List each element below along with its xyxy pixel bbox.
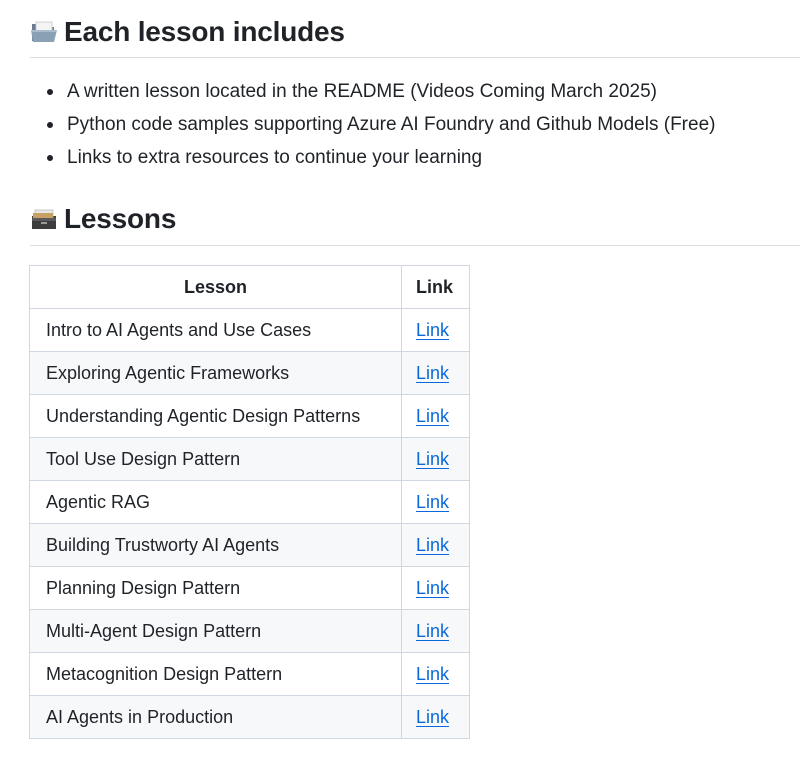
table-header-row: Lesson Link <box>29 265 471 309</box>
heading-each-lesson-includes: Each lesson includes <box>0 12 800 52</box>
lesson-link[interactable]: Link <box>416 320 449 340</box>
lesson-link[interactable]: Link <box>416 707 449 727</box>
table-row: Agentic RAG Link <box>29 480 471 524</box>
bullet-icon <box>47 122 53 128</box>
lesson-name: Tool Use Design Pattern <box>29 437 402 481</box>
link-cell: Link <box>400 308 471 352</box>
section-title: Lessons <box>64 203 177 234</box>
list-item-text: A written lesson located in the README (… <box>67 81 657 102</box>
heading-divider <box>30 245 800 246</box>
list-item: Links to extra resources to continue you… <box>0 141 715 174</box>
lesson-name: Exploring Agentic Frameworks <box>29 351 402 395</box>
link-cell: Link <box>400 437 471 481</box>
table-row: Exploring Agentic Frameworks Link <box>29 351 471 395</box>
link-cell: Link <box>400 609 471 653</box>
bullet-icon <box>47 89 53 95</box>
lesson-link[interactable]: Link <box>416 664 449 684</box>
table-row: Planning Design Pattern Link <box>29 566 471 610</box>
link-cell: Link <box>400 652 471 696</box>
list-item: Python code samples supporting Azure AI … <box>0 108 715 141</box>
table-row: AI Agents in Production Link <box>29 695 471 739</box>
lesson-link[interactable]: Link <box>416 578 449 598</box>
table-row: Metacognition Design Pattern Link <box>29 652 471 696</box>
link-cell: Link <box>400 480 471 524</box>
includes-list: A written lesson located in the README (… <box>0 75 715 174</box>
lesson-link[interactable]: Link <box>416 621 449 641</box>
link-cell: Link <box>400 695 471 739</box>
table-row: Tool Use Design Pattern Link <box>29 437 471 481</box>
card-file-box-icon <box>30 206 60 232</box>
link-cell: Link <box>400 566 471 610</box>
section-lessons: Lessons <box>0 199 800 239</box>
list-item: A written lesson located in the README (… <box>0 75 715 108</box>
lesson-link[interactable]: Link <box>416 535 449 555</box>
bullet-icon <box>47 155 53 161</box>
lesson-name: Multi-Agent Design Pattern <box>29 609 402 653</box>
table-row: Understanding Agentic Design Patterns Li… <box>29 394 471 438</box>
heading-divider <box>30 57 800 58</box>
lesson-name: Metacognition Design Pattern <box>29 652 402 696</box>
lesson-name: Intro to AI Agents and Use Cases <box>29 308 402 352</box>
list-item-text: Links to extra resources to continue you… <box>67 147 483 168</box>
lesson-name: Building Trustworty AI Agents <box>29 523 402 567</box>
table-row: Building Trustworty AI Agents Link <box>29 523 471 567</box>
lessons-table: Lesson Link Intro to AI Agents and Use C… <box>29 265 471 739</box>
column-header-lesson: Lesson <box>29 265 402 309</box>
link-cell: Link <box>400 394 471 438</box>
link-cell: Link <box>400 351 471 395</box>
open-folder-icon <box>30 19 60 45</box>
table-row: Multi-Agent Design Pattern Link <box>29 609 471 653</box>
lesson-name: AI Agents in Production <box>29 695 402 739</box>
lesson-link[interactable]: Link <box>416 363 449 383</box>
list-item-text: Python code samples supporting Azure AI … <box>67 114 716 135</box>
lesson-name: Agentic RAG <box>29 480 402 524</box>
lesson-name: Understanding Agentic Design Patterns <box>29 394 402 438</box>
section-each-lesson: Each lesson includes <box>0 12 800 52</box>
section-title: Each lesson includes <box>64 16 345 47</box>
lesson-link[interactable]: Link <box>416 449 449 469</box>
heading-lessons: Lessons <box>0 199 800 239</box>
lesson-name: Planning Design Pattern <box>29 566 402 610</box>
table-row: Intro to AI Agents and Use Cases Link <box>29 308 471 352</box>
column-header-link: Link <box>400 265 471 309</box>
lesson-link[interactable]: Link <box>416 492 449 512</box>
lesson-link[interactable]: Link <box>416 406 449 426</box>
link-cell: Link <box>400 523 471 567</box>
